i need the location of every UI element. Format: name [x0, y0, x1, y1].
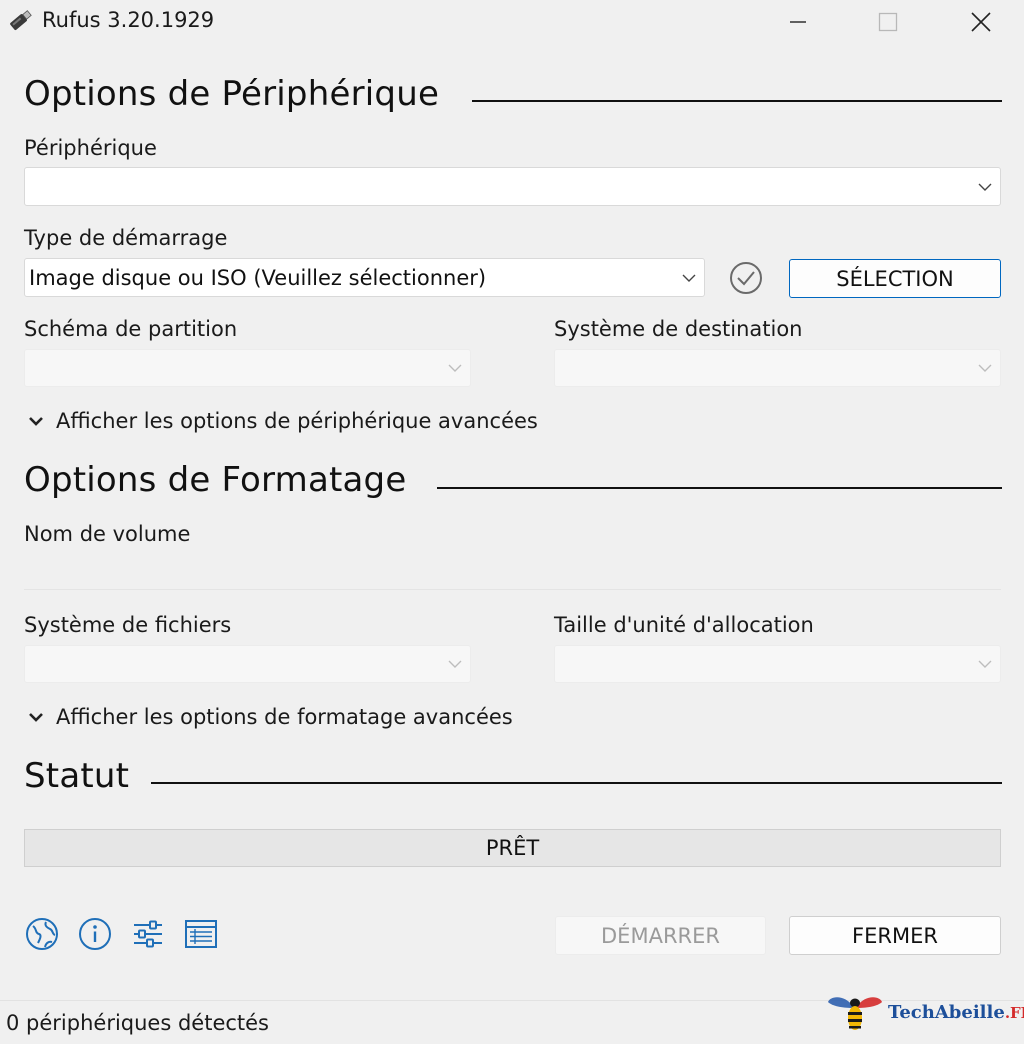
bee-icon	[828, 997, 882, 1030]
status-footer: 0 périphériques détectés	[6, 1011, 270, 1035]
target-system-select[interactable]	[554, 349, 1001, 387]
close-button[interactable]: FERMER	[789, 916, 1001, 955]
maximize-button[interactable]	[864, 0, 912, 44]
boot-type-select-value: Image disque ou ISO (Veuillez sélectionn…	[29, 265, 487, 290]
cluster-size-select[interactable]	[554, 645, 1001, 683]
device-advanced-toggle[interactable]: Afficher les options de périphérique ava…	[28, 409, 538, 433]
status-heading: Statut	[24, 756, 130, 796]
log-icon	[185, 920, 217, 948]
checkmark-circle-icon	[730, 262, 762, 294]
language-button[interactable]	[24, 916, 60, 952]
file-system-select[interactable]	[24, 645, 471, 683]
section-divider	[472, 100, 1002, 102]
about-button[interactable]	[77, 916, 113, 952]
start-button[interactable]: DÉMARRER	[555, 916, 766, 955]
chevron-down-icon	[29, 713, 43, 722]
partition-scheme-select[interactable]	[24, 349, 471, 387]
chevron-down-icon	[970, 350, 1000, 386]
volume-label-label: Nom de volume	[24, 522, 191, 546]
info-icon	[79, 918, 111, 950]
section-divider	[151, 782, 1002, 784]
target-system-label: Système de destination	[554, 317, 803, 341]
close-icon	[971, 12, 991, 32]
select-image-button[interactable]: SÉLECTION	[789, 259, 1001, 298]
settings-sliders-icon	[134, 920, 162, 948]
chevron-down-icon	[674, 259, 704, 296]
chevron-down-icon	[440, 350, 470, 386]
window-title: Rufus 3.20.1929	[42, 8, 215, 32]
chevron-down-icon	[970, 646, 1000, 682]
device-label: Périphérique	[24, 136, 157, 160]
device-options-heading: Options de Périphérique	[24, 74, 440, 114]
maximize-icon	[878, 12, 898, 32]
watermark-logo: TechAbeille.FR	[826, 990, 1024, 1034]
minimize-button[interactable]	[774, 0, 822, 44]
chevron-down-icon	[970, 168, 1000, 205]
check-hash-button[interactable]	[728, 260, 764, 296]
settings-button[interactable]	[130, 916, 166, 952]
boot-type-label: Type de démarrage	[24, 226, 228, 250]
device-select[interactable]	[24, 167, 1001, 206]
watermark-brand: TechAbeille	[888, 1001, 1005, 1023]
chevron-down-icon	[440, 646, 470, 682]
partition-scheme-label: Schéma de partition	[24, 317, 238, 341]
usb-drive-icon	[4, 6, 34, 36]
format-advanced-toggle-label: Afficher les options de formatage avancé…	[56, 705, 513, 729]
title-bar: Rufus 3.20.1929	[0, 0, 1024, 44]
section-divider	[437, 487, 1002, 489]
chevron-down-icon	[29, 417, 43, 426]
volume-label-input[interactable]	[24, 554, 1001, 590]
format-advanced-toggle[interactable]: Afficher les options de formatage avancé…	[28, 705, 513, 729]
file-system-label: Système de fichiers	[24, 613, 232, 637]
minimize-icon	[790, 21, 806, 23]
watermark-tld: .FR	[1004, 1003, 1024, 1022]
globe-icon	[26, 918, 58, 950]
boot-type-select[interactable]: Image disque ou ISO (Veuillez sélectionn…	[24, 258, 705, 297]
device-advanced-toggle-label: Afficher les options de périphérique ava…	[56, 409, 538, 433]
cluster-size-label: Taille d'unité d'allocation	[554, 613, 814, 637]
progress-status-text: PRÊT	[485, 836, 540, 860]
progress-bar: PRÊT	[24, 829, 1001, 867]
close-window-button[interactable]	[957, 0, 1005, 44]
format-options-heading: Options de Formatage	[24, 460, 407, 500]
log-button[interactable]	[183, 916, 219, 952]
